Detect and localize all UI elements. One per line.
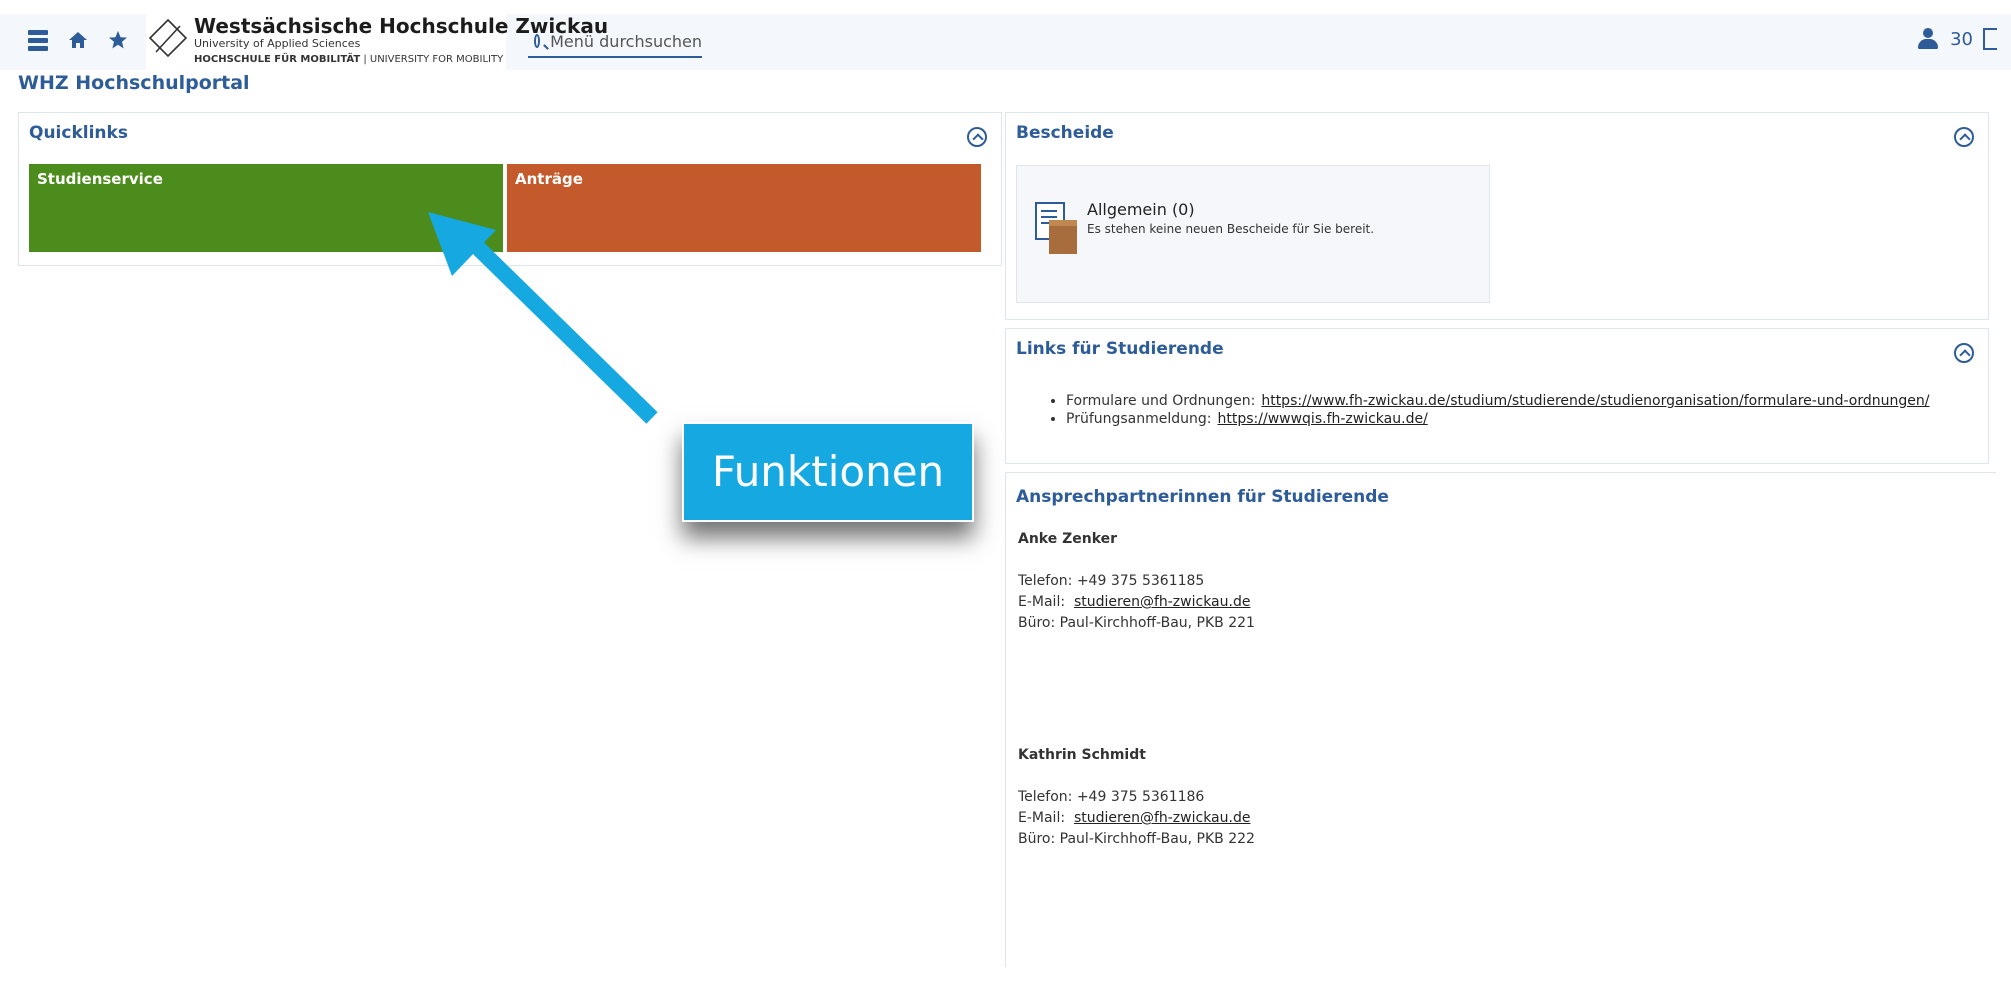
annotation-arrow [428, 212, 658, 424]
annotation-callout: Funktionen [682, 422, 974, 522]
